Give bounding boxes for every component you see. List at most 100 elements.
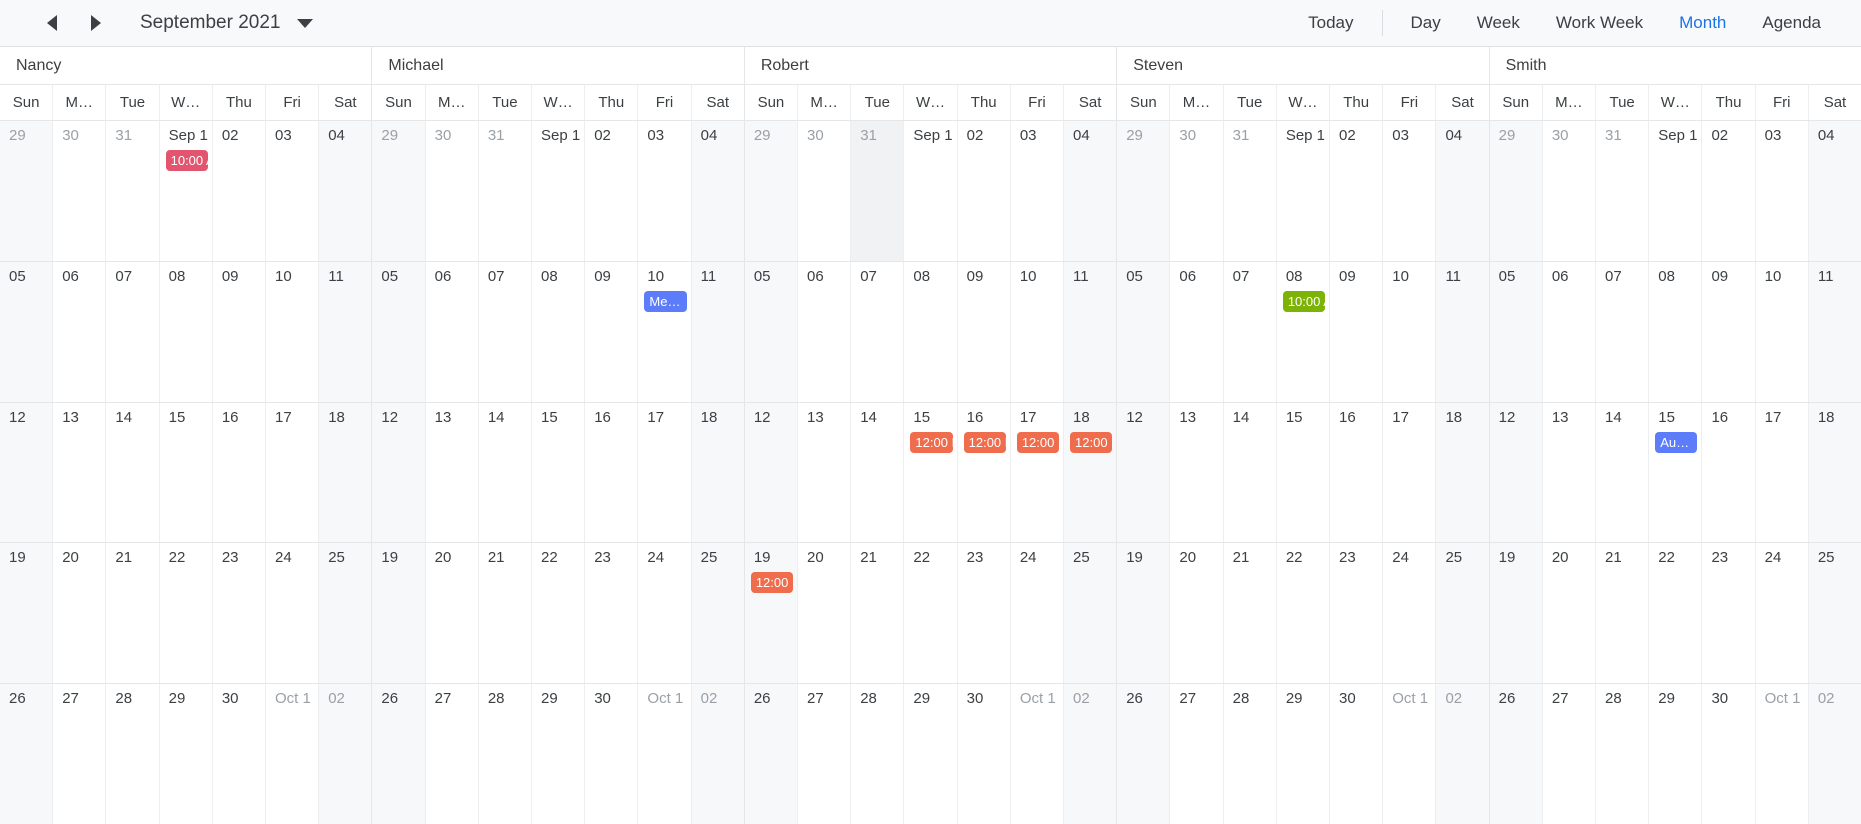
calendar-event[interactable]: 12:00 P	[963, 431, 1006, 453]
day-cell[interactable]: 06	[1170, 261, 1224, 402]
day-cell[interactable]: 22	[532, 543, 586, 684]
day-cell[interactable]: 14	[1223, 402, 1277, 543]
day-cell[interactable]: Oct 1	[638, 684, 692, 824]
day-cell[interactable]: 21	[1223, 543, 1277, 684]
day-cell[interactable]: 29	[1649, 684, 1703, 824]
day-cell[interactable]: 23	[212, 543, 267, 684]
day-cell[interactable]: 12	[744, 402, 799, 543]
day-cell[interactable]: 15 12:00 P	[904, 402, 958, 543]
day-cell[interactable]: 25	[1436, 543, 1489, 684]
resource-header-michael[interactable]: Michael	[372, 47, 745, 84]
day-cell[interactable]: 29	[372, 121, 426, 261]
view-button-week[interactable]: Week	[1459, 7, 1538, 39]
day-cell[interactable]: 30	[585, 684, 639, 824]
day-cell[interactable]: Oct 1	[1010, 684, 1065, 824]
day-cell[interactable]: 25	[319, 543, 372, 684]
day-cell[interactable]: 30	[212, 684, 267, 824]
day-cell[interactable]: 28	[1223, 684, 1277, 824]
day-cell[interactable]: 09	[212, 261, 267, 402]
day-cell[interactable]: Sep 1	[904, 121, 958, 261]
day-cell[interactable]: 26	[0, 684, 54, 824]
day-cell[interactable]: 24	[1010, 543, 1065, 684]
day-cell[interactable]: 09	[1330, 261, 1384, 402]
day-cell[interactable]: 16	[1330, 402, 1384, 543]
day-cell[interactable]: 14	[1596, 402, 1650, 543]
day-cell[interactable]: 19 12:00 P	[744, 543, 799, 684]
calendar-event[interactable]: Au…	[1655, 431, 1698, 453]
day-cell[interactable]: 18 12:00 P	[1064, 402, 1117, 543]
day-cell[interactable]: 30	[1542, 121, 1597, 261]
day-cell[interactable]: 14	[478, 402, 533, 543]
day-cell[interactable]: 18	[691, 402, 744, 543]
day-cell[interactable]: 14	[106, 402, 160, 543]
day-cell[interactable]: 30	[957, 684, 1011, 824]
day-cell[interactable]: 08	[1649, 261, 1703, 402]
day-cell[interactable]: 11	[1064, 261, 1117, 402]
day-cell[interactable]: 07	[478, 261, 533, 402]
day-cell[interactable]: 02	[1064, 684, 1117, 824]
day-cell[interactable]: 20	[1170, 543, 1224, 684]
chevron-down-icon[interactable]	[296, 18, 313, 28]
day-cell[interactable]: 24	[1755, 543, 1809, 684]
day-cell[interactable]: 28	[1596, 684, 1650, 824]
day-cell[interactable]: 03	[1010, 121, 1065, 261]
current-date-title[interactable]: September 2021	[140, 12, 281, 34]
day-cell[interactable]: 31	[1596, 121, 1650, 261]
day-cell[interactable]: 30	[1330, 684, 1384, 824]
previous-month-button[interactable]	[30, 3, 74, 43]
day-cell[interactable]: 19	[1489, 543, 1543, 684]
resource-header-robert[interactable]: Robert	[744, 47, 1118, 84]
day-cell[interactable]: 23	[1330, 543, 1384, 684]
calendar-event[interactable]: 10:00 A	[1282, 290, 1326, 312]
resource-header-nancy[interactable]: Nancy	[0, 47, 373, 84]
day-cell[interactable]: Sep 1	[1649, 121, 1703, 261]
day-cell[interactable]: 02	[1702, 121, 1756, 261]
day-cell[interactable]: 02	[1436, 684, 1489, 824]
day-cell[interactable]: 19	[0, 543, 54, 684]
next-month-button[interactable]	[74, 3, 118, 43]
day-cell[interactable]: 02	[212, 121, 267, 261]
day-cell[interactable]: Oct 1	[1755, 684, 1809, 824]
day-cell[interactable]: 16 12:00 P	[957, 402, 1011, 543]
day-cell[interactable]: 22	[1649, 543, 1703, 684]
day-cell[interactable]: 15	[532, 402, 586, 543]
day-cell[interactable]: 08	[904, 261, 958, 402]
day-cell[interactable]: Oct 1	[266, 684, 320, 824]
day-cell[interactable]: 04	[691, 121, 744, 261]
day-cell[interactable]: 07	[106, 261, 160, 402]
day-cell[interactable]: 29	[1117, 121, 1171, 261]
day-cell[interactable]: 21	[1596, 543, 1650, 684]
day-cell[interactable]: 06	[1542, 261, 1597, 402]
day-cell[interactable]: 26	[1117, 684, 1171, 824]
day-cell[interactable]: 08 10:00 A	[1276, 261, 1331, 402]
day-cell[interactable]: 02	[585, 121, 639, 261]
day-cell[interactable]: 29	[744, 121, 799, 261]
day-cell[interactable]: 18	[1436, 402, 1489, 543]
day-cell[interactable]: 23	[1702, 543, 1756, 684]
calendar-event[interactable]: 12:00 P	[1016, 431, 1060, 453]
day-cell[interactable]: 05	[372, 261, 426, 402]
day-cell[interactable]: 25	[1808, 543, 1861, 684]
day-cell[interactable]: 06	[425, 261, 479, 402]
day-cell[interactable]: 30	[798, 121, 852, 261]
view-button-agenda[interactable]: Agenda	[1744, 7, 1839, 39]
day-cell[interactable]: 13	[1170, 402, 1224, 543]
day-cell[interactable]: 23	[585, 543, 639, 684]
day-cell[interactable]: 20	[425, 543, 479, 684]
day-cell[interactable]: 25	[691, 543, 744, 684]
day-cell[interactable]: 08	[532, 261, 586, 402]
day-cell[interactable]: 12	[1489, 402, 1543, 543]
day-cell[interactable]: 16	[585, 402, 639, 543]
day-cell[interactable]: 13	[425, 402, 479, 543]
day-cell[interactable]: 27	[1170, 684, 1224, 824]
day-cell[interactable]: 10	[1755, 261, 1809, 402]
view-button-day[interactable]: Day	[1393, 7, 1459, 39]
calendar-event[interactable]: 10:00 A	[165, 150, 208, 171]
day-cell[interactable]: 31	[1223, 121, 1277, 261]
day-cell[interactable]: 29	[159, 684, 213, 824]
day-cell[interactable]: 28	[478, 684, 533, 824]
day-cell[interactable]: 04	[1064, 121, 1117, 261]
day-cell[interactable]: 06	[798, 261, 852, 402]
day-cell[interactable]: 07	[1223, 261, 1277, 402]
day-cell[interactable]: 13	[798, 402, 852, 543]
